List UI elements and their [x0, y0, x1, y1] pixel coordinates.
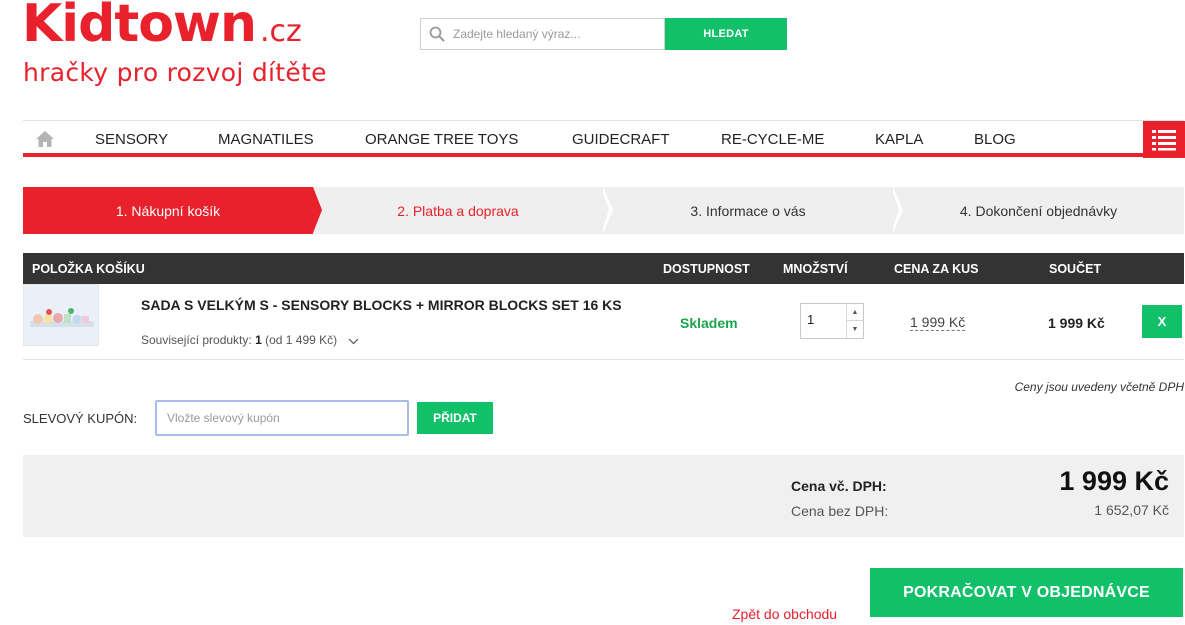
home-icon[interactable]: [35, 129, 55, 149]
col-header-total: SOUČET: [1049, 262, 1102, 276]
nav-item-kapla[interactable]: KAPLA: [875, 131, 923, 148]
search-icon: [421, 19, 453, 49]
vat-note: Ceny jsou uvedeny včetně DPH: [1014, 380, 1184, 394]
checkout-steps: 1. Nákupní košík 2. Platba a doprava 3. …: [23, 187, 1184, 234]
price-excl-vat-label: Cena bez DPH:: [791, 503, 889, 519]
step-customer-info[interactable]: 3. Informace o vás: [603, 187, 893, 234]
step-order-completion[interactable]: 4. Dokončení objednávky: [893, 187, 1184, 234]
coupon-input[interactable]: [155, 400, 409, 436]
col-header-availability: DOSTUPNOST: [663, 262, 750, 276]
col-header-unit-price: CENA ZA KUS: [894, 262, 979, 276]
search-button[interactable]: HLEDAT: [665, 18, 787, 50]
nav-item-sensory[interactable]: SENSORY: [95, 131, 168, 148]
add-coupon-button[interactable]: PŘIDAT: [417, 402, 493, 434]
price-incl-vat-label: Cena vč. DPH:: [791, 478, 887, 494]
col-header-quantity: MNOŽSTVÍ: [783, 262, 848, 276]
table-row: SADA S VELKÝM S - SENSORY BLOCKS + MIRRO…: [23, 284, 1184, 360]
price-summary: Cena vč. DPH: 1 999 Kč Cena bez DPH: 1 6…: [23, 455, 1184, 537]
quantity-stepper: ▲ ▼: [800, 303, 864, 339]
step-separator-fill: [891, 187, 899, 233]
site-logo[interactable]: Kidtown .cz: [22, 0, 302, 54]
nav-item-blog[interactable]: BLOG: [974, 131, 1016, 148]
unit-price: 1 999 Kč: [910, 314, 966, 331]
quantity-input[interactable]: [807, 312, 843, 327]
back-to-shop-link[interactable]: Zpět do obchodu: [732, 606, 837, 622]
nav-item-guidecraft[interactable]: GUIDECRAFT: [572, 131, 670, 148]
logo-wordmark: Kidtown: [22, 0, 257, 54]
step-separator-fill: [601, 187, 609, 233]
cart-table-header: POLOŽKA KOŠÍKU DOSTUPNOST MNOŽSTVÍ CENA …: [23, 253, 1184, 284]
product-thumbnail[interactable]: [23, 284, 99, 346]
nav-item-orange-tree-toys[interactable]: ORANGE TREE TOYS: [365, 131, 518, 148]
step-arrow: [313, 187, 322, 233]
price-incl-vat-value: 1 999 Kč: [1059, 466, 1169, 496]
remove-item-button[interactable]: X: [1142, 305, 1182, 338]
nav-item-magnatiles[interactable]: MAGNATILES: [218, 131, 314, 148]
list-menu-icon[interactable]: [1143, 121, 1185, 158]
price-excl-vat-value: 1 652,07 Kč: [1094, 502, 1169, 518]
related-products-price: (od 1 499 Kč): [265, 333, 338, 347]
step-cart[interactable]: 1. Nákupní košík: [23, 187, 313, 234]
availability-status: Skladem: [680, 315, 738, 331]
related-products-toggle[interactable]: Související produkty: 1 (od 1 499 Kč): [141, 333, 359, 348]
product-name-link[interactable]: SADA S VELKÝM S - SENSORY BLOCKS + MIRRO…: [141, 298, 651, 313]
main-nav: SENSORY MAGNATILES ORANGE TREE TOYS GUID…: [23, 120, 1185, 158]
chevron-down-icon: [348, 334, 359, 348]
related-products-count: 1: [255, 333, 262, 347]
nav-item-re-cycle-me[interactable]: RE-CYCLE-ME: [721, 131, 824, 148]
search-input[interactable]: [453, 20, 658, 48]
step-payment-shipping[interactable]: 2. Platba a doprava: [313, 187, 603, 234]
quantity-increase-icon[interactable]: ▲: [846, 304, 863, 321]
related-products-prefix: Související produkty:: [141, 333, 252, 347]
col-header-item: POLOŽKA KOŠÍKU: [32, 262, 145, 276]
logo-tld: .cz: [259, 14, 302, 49]
logo-tagline: hračky pro rozvoj dítěte: [23, 58, 327, 87]
coupon-label: SLEVOVÝ KUPÓN:: [23, 411, 138, 426]
search-box: [420, 18, 665, 50]
row-total: 1 999 Kč: [1048, 315, 1105, 331]
continue-order-button[interactable]: POKRAČOVAT V OBJEDNÁVCE: [870, 568, 1183, 617]
quantity-decrease-icon[interactable]: ▼: [846, 321, 863, 338]
